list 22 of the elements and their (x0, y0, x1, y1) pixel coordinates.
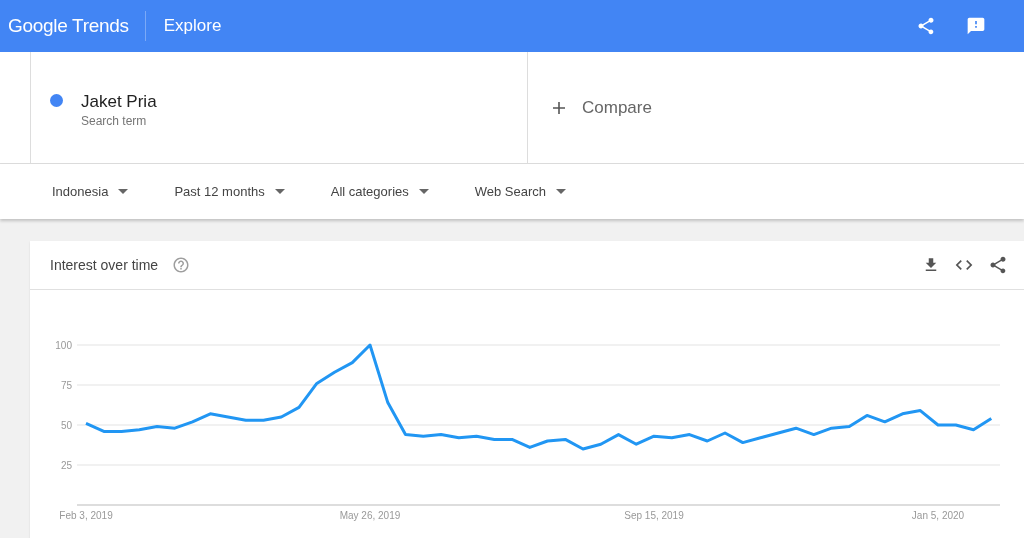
share-icon[interactable] (988, 255, 1008, 275)
chart-title: Interest over time (50, 257, 159, 273)
y-tick-label: 50 (60, 420, 72, 431)
search-term-label: Search term (81, 114, 148, 128)
y-tick-label: 25 (60, 460, 72, 471)
caret-icon (274, 188, 285, 195)
caret-icon (556, 188, 567, 195)
feedback-icon[interactable] (966, 16, 986, 36)
caret-icon (418, 188, 429, 195)
x-tick-label: May 26, 2019 (339, 510, 401, 521)
app-logo[interactable]: Google Trends (8, 15, 129, 37)
plus-icon (552, 100, 566, 115)
caret-icon (118, 188, 129, 195)
x-tick-label: Jan 5, 2020 (911, 510, 965, 521)
share-icon[interactable] (916, 16, 936, 36)
x-tick-label: Feb 3, 2019 (59, 510, 113, 521)
page-title: Explore (163, 16, 222, 36)
x-tick-label: Sep 15, 2019 (624, 510, 684, 521)
y-tick-label: 75 (60, 380, 72, 391)
help-icon[interactable] (172, 256, 191, 274)
y-tick-label: 100 (55, 340, 72, 351)
search-term-name: Jaket Pria (81, 92, 157, 112)
